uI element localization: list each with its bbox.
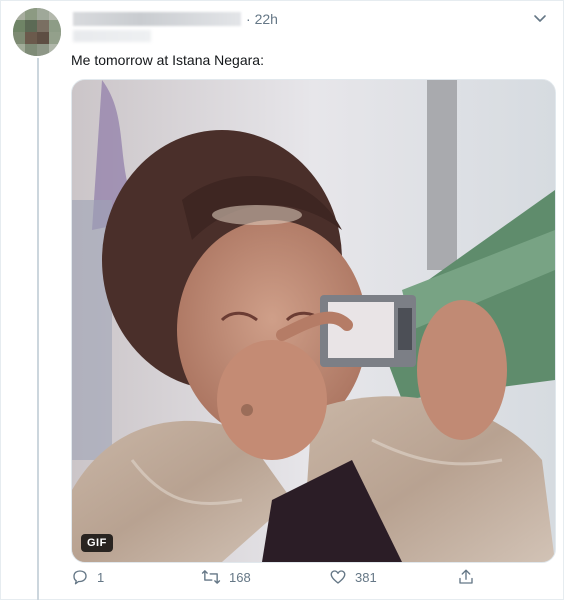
share-button[interactable] xyxy=(457,568,483,586)
display-name-redacted[interactable] xyxy=(73,12,241,26)
retweet-icon xyxy=(201,570,221,584)
like-button[interactable]: 381 xyxy=(329,568,377,586)
chevron-down-icon[interactable] xyxy=(530,8,550,28)
thread-line xyxy=(37,58,39,600)
gif-badge: GIF xyxy=(81,534,113,552)
tweet-media-gif[interactable]: GIF xyxy=(71,79,556,563)
retweet-count: 168 xyxy=(229,569,251,585)
tweet-actions: 1 168 381 xyxy=(71,568,491,592)
retweet-button[interactable]: 168 xyxy=(201,568,251,586)
tweet-timestamp[interactable]: · 22h xyxy=(246,11,278,27)
reply-button[interactable]: 1 xyxy=(71,568,104,586)
gif-frame-image xyxy=(72,80,555,562)
reply-icon xyxy=(73,570,87,585)
reply-count: 1 xyxy=(97,569,105,585)
timestamp-text: 22h xyxy=(254,11,278,27)
avatar[interactable] xyxy=(13,8,61,56)
like-count: 381 xyxy=(355,569,377,585)
share-icon xyxy=(459,569,473,584)
heart-icon xyxy=(330,570,346,584)
handle-redacted[interactable] xyxy=(73,30,151,42)
tweet-text: Me tomorrow at Istana Negara: xyxy=(71,52,264,68)
